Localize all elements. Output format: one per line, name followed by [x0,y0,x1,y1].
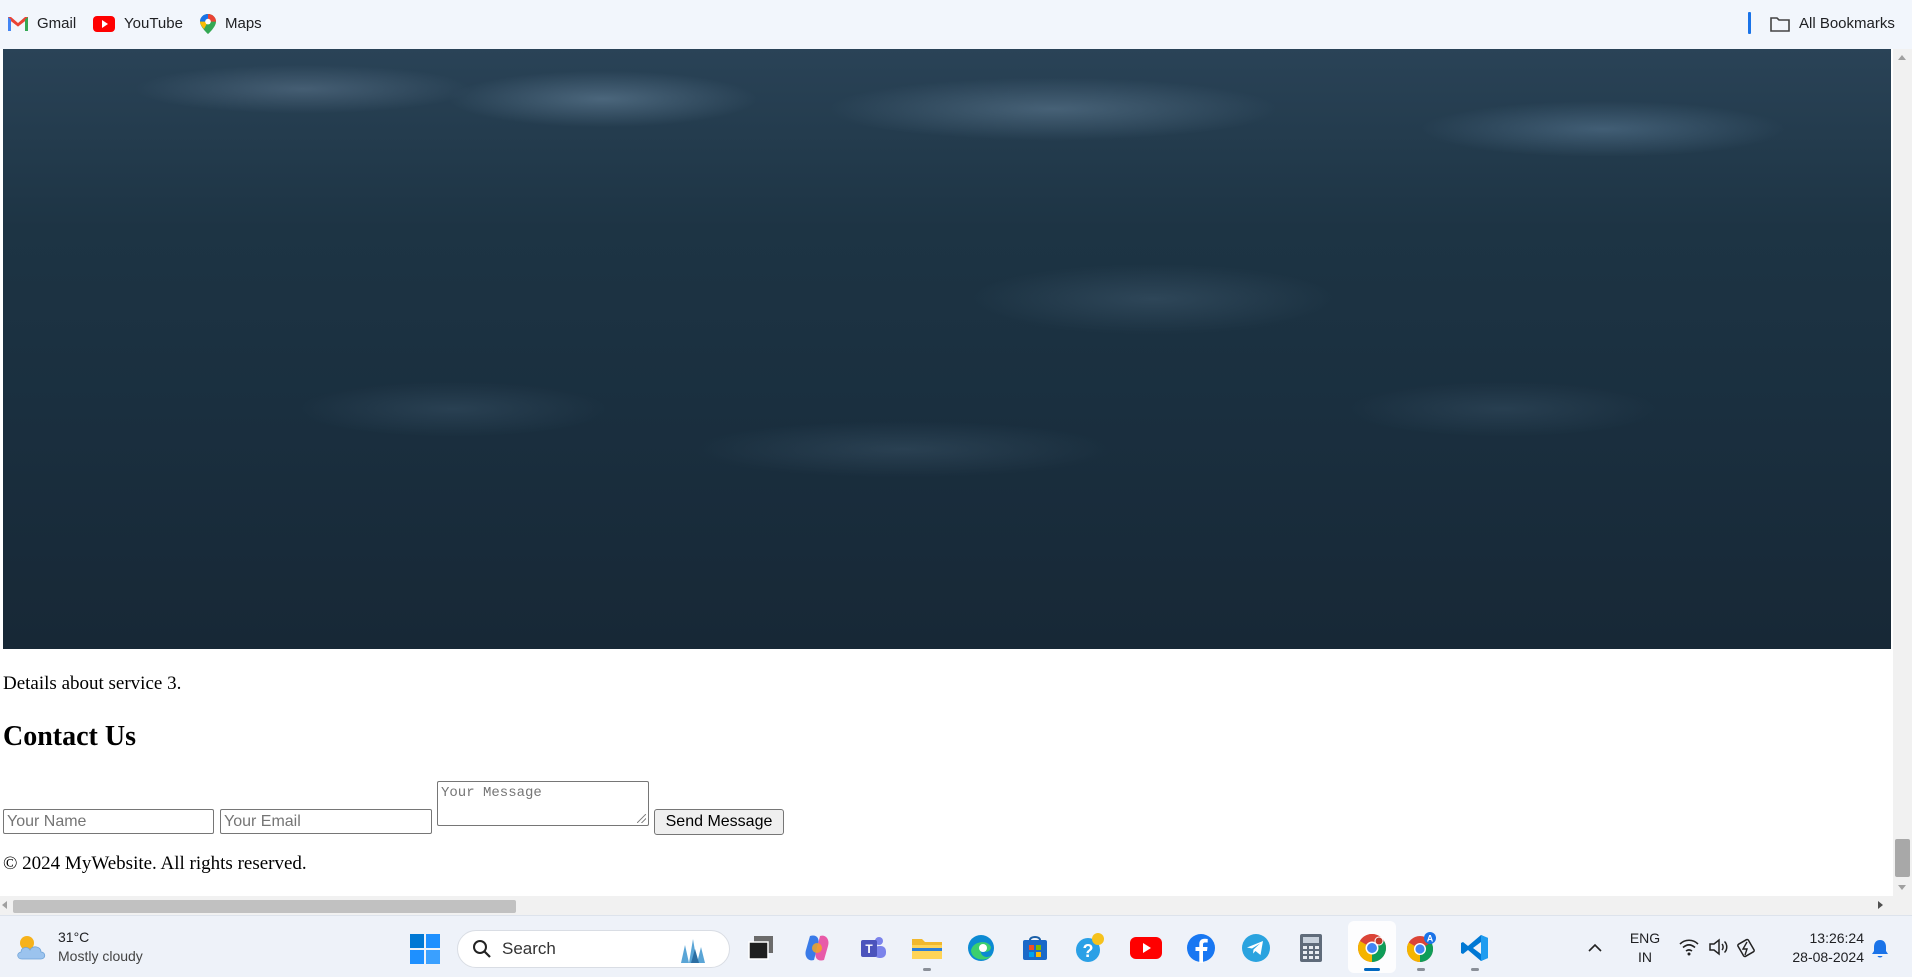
service-details-text: Details about service 3. [3,673,182,694]
clock-time: 13:26:24 [1809,930,1865,946]
search-icon [473,940,491,958]
facebook-icon[interactable] [1184,931,1218,965]
help-icon[interactable]: ? [1073,931,1107,965]
name-input[interactable]: Your Name [3,809,214,834]
weather-widget[interactable]: 31°C Mostly cloudy [14,916,143,977]
bookmarks-bar: Gmail YouTube Maps All Bookmarks [0,0,1912,49]
hero-image [3,49,1891,649]
wifi-icon[interactable] [1679,938,1699,956]
send-message-button[interactable]: Send Message [654,809,784,835]
maps-icon [200,13,216,34]
running-indicator [1471,968,1479,971]
vscode-icon[interactable] [1458,931,1492,971]
email-input[interactable]: Your Email [220,809,432,834]
search-highlight-icon [681,939,705,963]
running-indicator [923,968,931,971]
bookmark-label: YouTube [124,15,183,32]
bookmark-maps[interactable]: Maps [200,0,262,47]
teams-icon[interactable]: T [856,931,890,965]
volume-icon[interactable] [1708,938,1728,956]
bookmark-label: Maps [225,15,262,32]
copilot-icon[interactable] [800,931,834,965]
scroll-right-arrow[interactable] [1878,901,1883,909]
edge-icon[interactable] [964,931,998,965]
vertical-scroll-thumb[interactable] [1895,839,1910,877]
all-bookmarks-button[interactable]: All Bookmarks [1770,0,1895,47]
calculator-icon[interactable] [1294,931,1328,965]
all-bookmarks-label: All Bookmarks [1799,15,1895,32]
weather-temp: 31°C [58,929,90,945]
cloudy-sun-icon [17,936,46,960]
weather-condition: Mostly cloudy [58,948,143,964]
store-icon[interactable] [1018,931,1052,965]
vertical-scrollbar[interactable] [1893,49,1912,896]
footer-copyright: © 2024 MyWebsite. All rights reserved. [3,853,307,874]
bookmark-gmail[interactable]: Gmail [8,0,76,47]
clock[interactable]: 13:26:24 28-08-2024 [1774,929,1864,967]
active-indicator [1364,968,1380,971]
youtube-icon [93,15,115,32]
battery-charging-icon[interactable] [1737,936,1757,958]
search-placeholder: Search [502,939,556,958]
clock-date: 28-08-2024 [1792,949,1864,965]
scroll-left-arrow[interactable] [2,901,7,909]
region-label: IN [1638,949,1652,965]
notification-bell-icon[interactable] [1871,939,1889,959]
svg-text:?: ? [1083,941,1094,961]
message-textarea[interactable]: Your Message [437,781,649,826]
telegram-icon[interactable] [1239,931,1273,965]
scroll-down-arrow[interactable] [1898,885,1906,890]
contact-title: Contact Us [3,721,136,752]
taskbar-search[interactable]: Search [457,930,730,968]
page-viewport: Details about service 3. Contact Us Your… [0,49,1893,896]
task-view-icon[interactable] [744,931,778,965]
youtube-app-icon[interactable] [1129,931,1163,965]
bookmark-youtube[interactable]: YouTube [93,0,183,47]
scroll-up-arrow[interactable] [1898,55,1906,60]
chevron-up-icon[interactable] [1588,942,1602,952]
windows-start-icon[interactable] [410,934,440,964]
bookmark-label: Gmail [37,15,77,32]
svg-text:A: A [1427,934,1434,944]
chrome-profile-icon[interactable]: A [1404,931,1438,971]
horizontal-scroll-thumb[interactable] [13,900,516,913]
message-placeholder: Your Message [441,785,542,801]
chrome-icon[interactable] [1355,931,1389,971]
bookmarks-separator [1748,12,1751,34]
resize-grip[interactable] [637,814,646,823]
folder-icon [1770,16,1790,32]
scroll-corner [1893,896,1912,915]
language-label: ENG [1629,930,1661,946]
file-explorer-icon[interactable] [910,931,944,971]
running-indicator [1417,968,1425,971]
language-indicator[interactable]: ENG IN [1625,929,1665,967]
svg-text:T: T [865,942,873,956]
gmail-icon [8,17,28,31]
taskbar: 31°C Mostly cloudy Search T ? A ENG IN 1… [0,915,1912,977]
